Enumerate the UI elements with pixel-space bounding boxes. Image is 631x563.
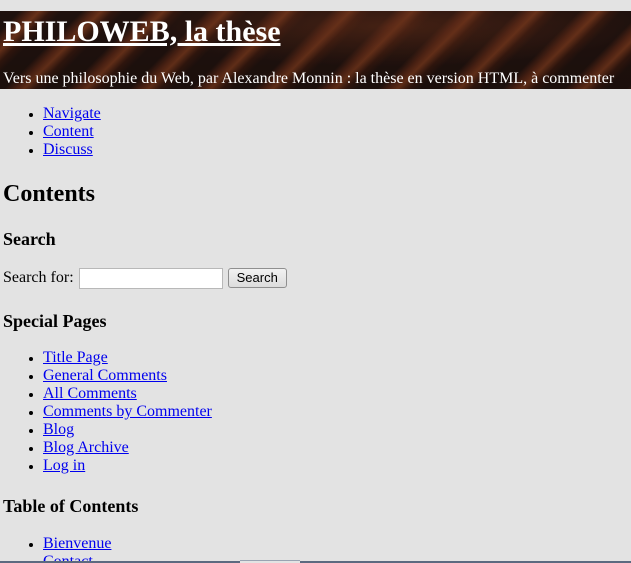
link-comments-by-commenter[interactable]: Comments by Commenter — [43, 403, 212, 420]
nav-item-content: Content — [43, 123, 101, 141]
search-input[interactable] — [78, 267, 223, 289]
link-log-in[interactable]: Log in — [43, 457, 85, 474]
list-item: Blog — [43, 421, 212, 439]
link-blog-archive[interactable]: Blog Archive — [43, 439, 129, 456]
special-pages-heading: Special Pages — [3, 311, 107, 331]
site-tagline: Vers une philosophie du Web, par Alexand… — [3, 70, 615, 87]
list-item: Comments by Commenter — [43, 403, 212, 421]
toc-link-bienvenue[interactable]: Bienvenue — [43, 535, 111, 552]
table-of-contents-list: Bienvenue Contact — [0, 535, 111, 563]
table-of-contents-heading: Table of Contents — [3, 496, 139, 516]
page: PHILOWEB, la thèse Vers une philosophie … — [0, 0, 631, 563]
site-header-banner: PHILOWEB, la thèse Vers une philosophie … — [0, 11, 631, 89]
search-label: Search for: — [3, 269, 74, 286]
special-pages-list: Title Page General Comments All Comments… — [0, 349, 212, 475]
link-title-page[interactable]: Title Page — [43, 349, 108, 366]
nav-item-discuss: Discuss — [43, 141, 101, 159]
nav-link-content[interactable]: Content — [43, 123, 94, 140]
nav-item-navigate: Navigate — [43, 105, 101, 123]
list-item: General Comments — [43, 367, 212, 385]
list-item: Bienvenue — [43, 535, 111, 553]
link-blog[interactable]: Blog — [43, 421, 74, 438]
nav-link-navigate[interactable]: Navigate — [43, 105, 101, 122]
search-button[interactable]: Search — [227, 268, 287, 288]
list-item: All Comments — [43, 385, 212, 403]
nav-link-discuss[interactable]: Discuss — [43, 141, 93, 158]
navigation-list: Navigate Content Discuss — [0, 105, 101, 159]
contents-heading: Contents — [3, 181, 96, 207]
link-general-comments[interactable]: General Comments — [43, 367, 167, 384]
site-title-link[interactable]: PHILOWEB, la thèse — [3, 15, 281, 48]
list-item: Title Page — [43, 349, 212, 367]
site-title: PHILOWEB, la thèse — [3, 14, 281, 50]
search-form: Search for: Search — [3, 267, 287, 289]
search-heading: Search — [3, 229, 56, 249]
list-item: Blog Archive — [43, 439, 212, 457]
link-all-comments[interactable]: All Comments — [43, 385, 137, 402]
list-item: Log in — [43, 457, 212, 475]
